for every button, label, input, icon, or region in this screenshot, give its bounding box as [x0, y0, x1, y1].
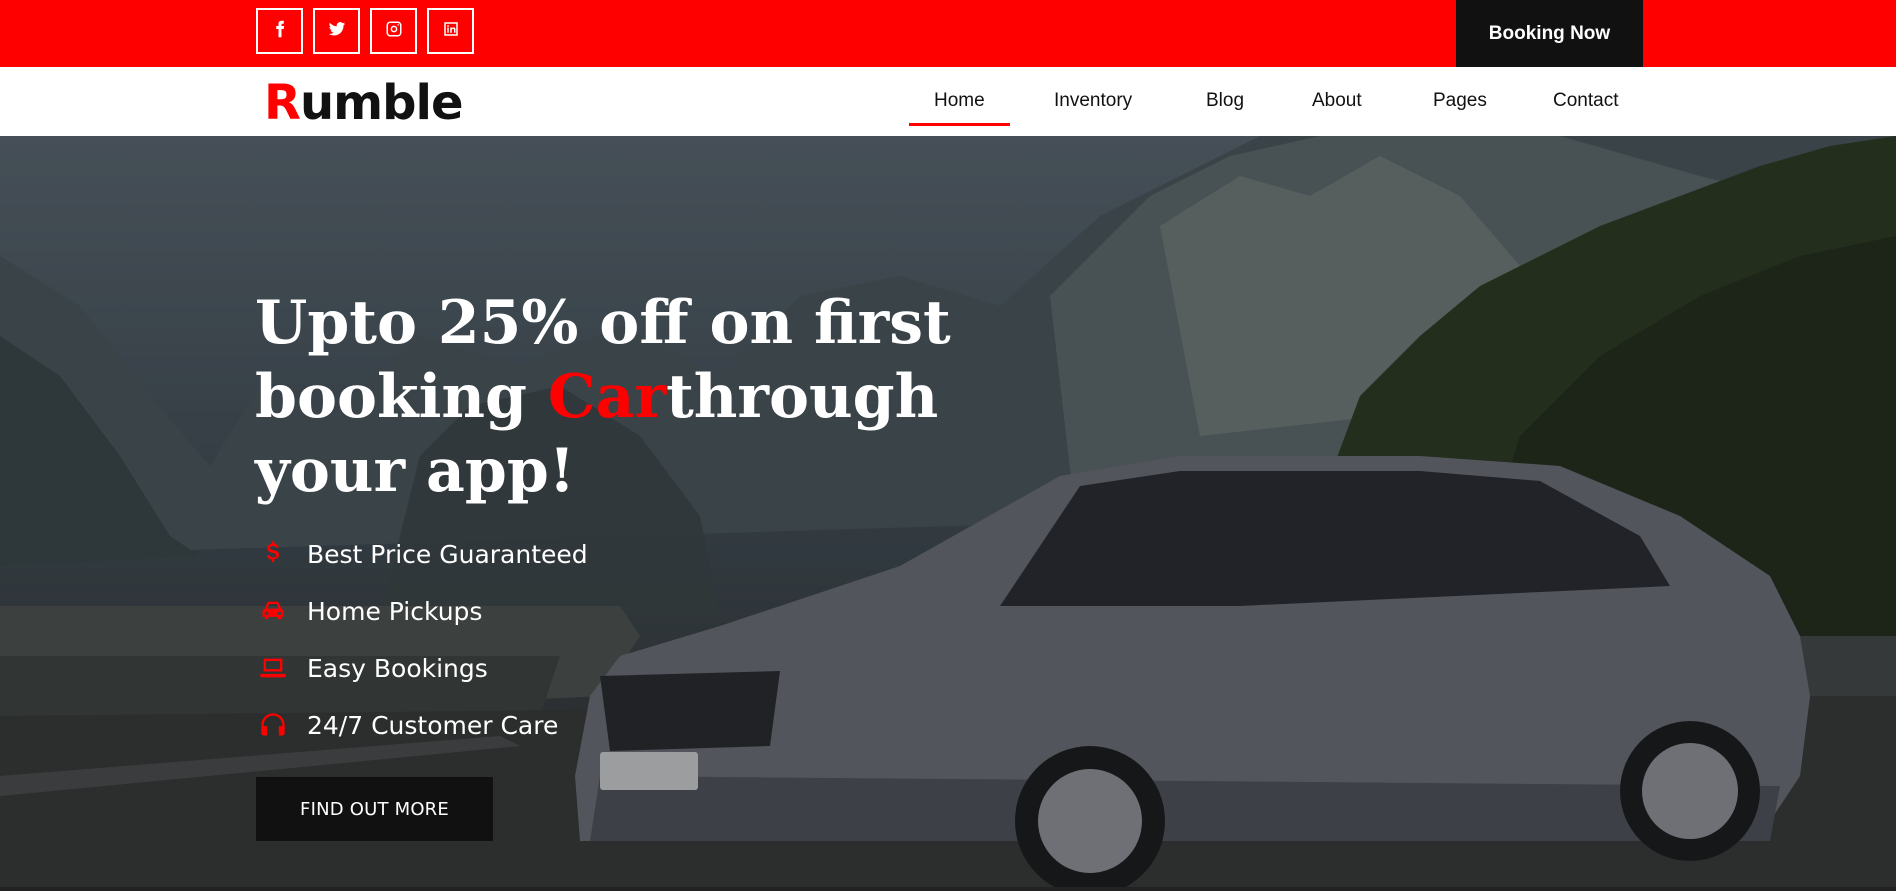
feature-label: Best Price Guaranteed — [307, 539, 588, 569]
feature-customer-care: 24/7 Customer Care — [255, 707, 558, 743]
facebook-link[interactable] — [256, 8, 303, 54]
nav-blog[interactable]: Blog — [1206, 90, 1244, 112]
feature-home-pickups: Home Pickups — [255, 593, 482, 629]
feature-best-price: Best Price Guaranteed — [255, 536, 588, 572]
instagram-link[interactable] — [370, 8, 417, 54]
feature-label: Easy Bookings — [307, 653, 488, 683]
top-bar: Booking Now — [0, 0, 1896, 67]
nav-about[interactable]: About — [1312, 90, 1362, 112]
feature-label: 24/7 Customer Care — [307, 710, 559, 740]
booking-now-button[interactable]: Booking Now — [1456, 0, 1643, 67]
headphones-icon — [255, 707, 291, 743]
linkedin-link[interactable] — [427, 8, 474, 54]
hero-banner: Upto 25% off on first booking Carthrough… — [0, 136, 1896, 891]
divider — [0, 887, 1896, 891]
hero-title: Upto 25% off on first booking Carthrough… — [255, 286, 1055, 508]
feature-easy-bookings: Easy Bookings — [255, 650, 488, 686]
nav-contact[interactable]: Contact — [1553, 90, 1618, 112]
twitter-icon — [328, 20, 346, 43]
linkedin-icon — [442, 20, 460, 43]
logo-text: umble — [299, 75, 464, 131]
nav-inventory[interactable]: Inventory — [1054, 90, 1132, 112]
instagram-icon — [385, 20, 403, 43]
main-nav: Rumble Home Inventory Blog About Pages C… — [0, 67, 1896, 136]
laptop-icon — [255, 650, 291, 686]
hero-title-accent: Car — [547, 362, 667, 432]
car-icon — [255, 593, 291, 629]
logo[interactable]: Rumble — [264, 79, 464, 127]
nav-home[interactable]: Home — [909, 90, 1010, 126]
facebook-icon — [271, 20, 289, 43]
nav-pages[interactable]: Pages — [1433, 90, 1487, 112]
logo-letter: R — [264, 75, 301, 131]
feature-label: Home Pickups — [307, 596, 483, 626]
twitter-link[interactable] — [313, 8, 360, 54]
find-out-more-button[interactable]: FIND OUT MORE — [256, 777, 493, 841]
dollar-icon — [255, 536, 291, 572]
